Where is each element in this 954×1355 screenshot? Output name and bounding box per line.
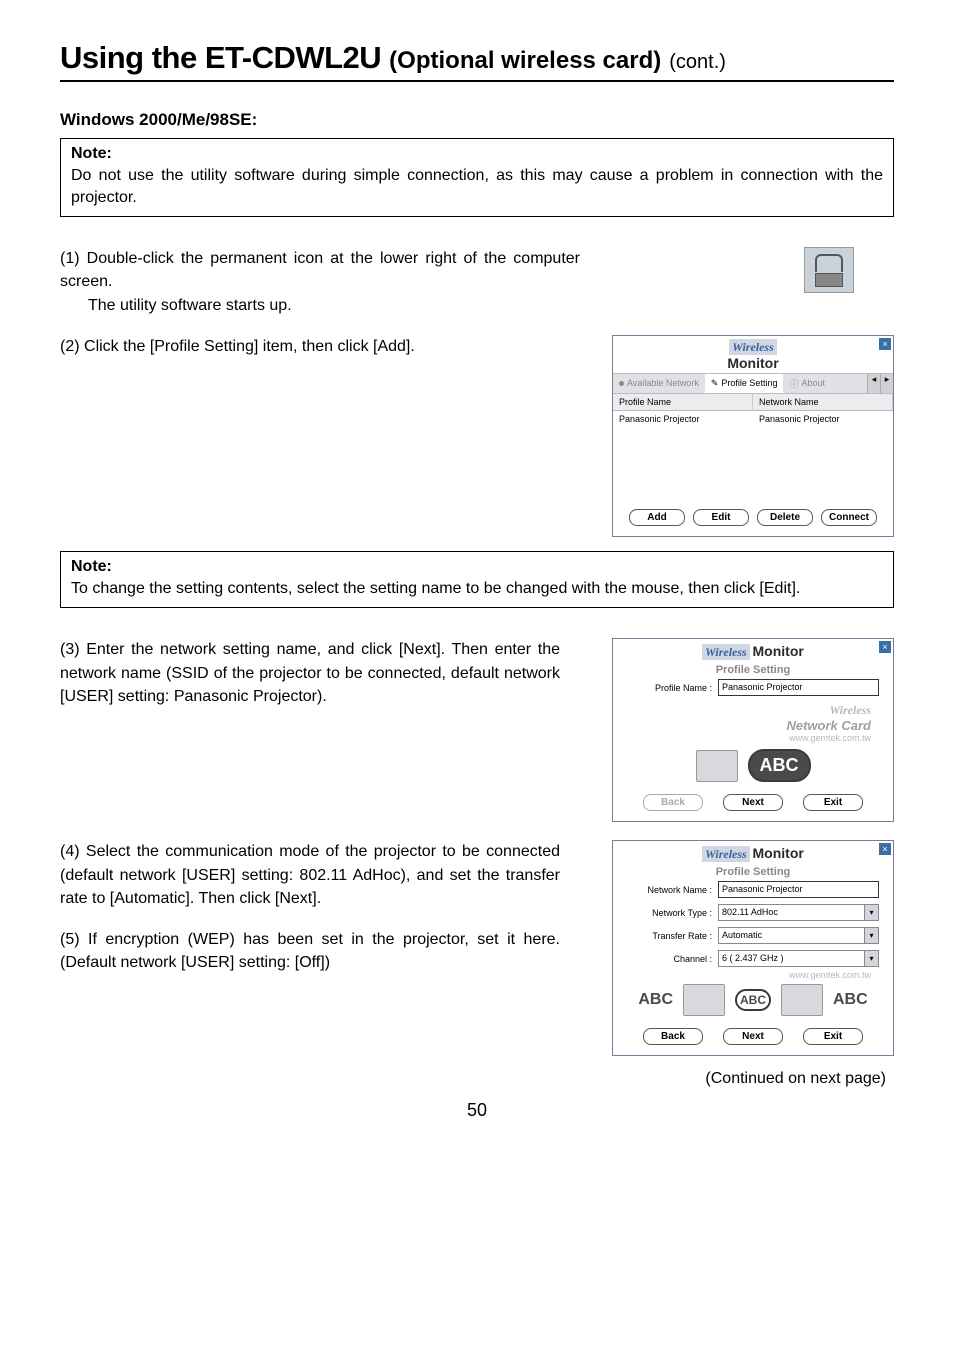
profile-row[interactable]: Panasonic Projector Panasonic Projector [613,411,893,427]
brand-wireless: Wireless [729,339,777,355]
tab-available-label: Available Network [627,378,699,388]
edit-button[interactable]: Edit [693,509,749,526]
channel-label: Channel : [627,954,712,964]
tab-about-label: About [801,378,825,388]
step1-num: (1) [60,250,80,267]
step-3: (3) Enter the network setting name, and … [60,638,560,708]
close-icon[interactable]: × [879,641,891,653]
close-icon[interactable]: × [879,843,891,855]
note-box-2: Note: To change the setting contents, se… [60,551,894,609]
profile-name-label: Profile Name : [627,683,712,693]
chevron-down-icon[interactable]: ▾ [865,927,879,944]
tab-about[interactable]: ⓘ About [783,374,831,393]
exit-button[interactable]: Exit [803,794,863,811]
back-button[interactable]: Back [643,1028,703,1045]
note2-body: To change the setting contents, select t… [71,578,883,600]
brand-monitor: Monitor [753,643,804,659]
profile-mode-dialog: × Wireless Monitor Profile Setting Netwo… [612,840,894,1056]
channel-select[interactable]: 6 ( 2.437 GHz ) [718,950,865,967]
laptop-icon [683,984,725,1016]
col-profile-name: Profile Name [613,394,753,410]
brand-wireless: Wireless [702,644,750,660]
card-line2: Network Card [613,718,871,733]
card-line1: Wireless [613,703,871,718]
step5-body: If encryption (WEP) has been set in the … [60,931,560,971]
tab-scroll-right[interactable]: ▸ [880,374,893,393]
card-line3: www.gemtek.com.tw [613,733,871,743]
laptop-icon [696,750,738,782]
cell-profile: Panasonic Projector [613,411,753,427]
transfer-rate-label: Transfer Rate : [627,931,712,941]
step5-num: (5) [60,931,80,948]
note2-label: Note: [71,558,883,576]
continued-text: (Continued on next page) [60,1070,894,1088]
step1-line1: Double-click the permanent icon at the l… [60,250,580,290]
tray-icon [804,247,854,293]
signal-icon [619,381,624,386]
brand-monitor: Monitor [753,845,804,861]
abc-right: ABC [833,991,868,1009]
dialog-title: Wireless Monitor [613,336,893,373]
note1-label: Note: [71,145,883,163]
profile-name-dialog: × Wireless Monitor Profile Setting Profi… [612,638,894,822]
step2-body: Click the [Profile Setting] item, then c… [84,338,415,355]
network-name-input[interactable]: Panasonic Projector [718,881,879,898]
network-type-label: Network Type : [627,908,712,918]
tab-scroll-left[interactable]: ◂ [867,374,880,393]
step4-body: Select the communication mode of the pro… [60,843,560,906]
transfer-rate-select[interactable]: Automatic [718,927,865,944]
close-icon[interactable]: × [879,338,891,350]
abc-left: ABC [638,991,673,1009]
exit-button[interactable]: Exit [803,1028,863,1045]
step1-line2: The utility software starts up. [60,294,580,317]
step2-num: (2) [60,338,80,355]
url-line: www.gemtek.com.tw [613,970,893,980]
abc-badge: ABC [748,749,811,782]
tab-profile-setting[interactable]: ✎ Profile Setting [705,374,784,393]
connect-button[interactable]: Connect [821,509,877,526]
abc-mid-badge: ABC [735,989,771,1011]
tab-available-network[interactable]: Available Network [613,374,705,393]
title-sub: (Optional wireless card) [389,47,661,75]
brand-wireless: Wireless [702,846,750,862]
profile-setting-heading: Profile Setting [613,864,893,878]
title-cont: (cont.) [669,51,726,74]
network-type-select[interactable]: 802.11 AdHoc [718,904,865,921]
next-button[interactable]: Next [723,794,783,811]
add-button[interactable]: Add [629,509,685,526]
step3-body: Enter the network setting name, and clic… [60,641,560,704]
step4-num: (4) [60,843,80,860]
chevron-down-icon[interactable]: ▾ [865,950,879,967]
step-5: (5) If encryption (WEP) has been set in … [60,928,560,974]
step-4: (4) Select the communication mode of the… [60,840,560,910]
delete-button[interactable]: Delete [757,509,813,526]
step3-num: (3) [60,641,80,658]
pencil-icon: ✎ [711,378,719,389]
info-icon: ⓘ [789,377,798,390]
network-name-label: Network Name : [627,885,712,895]
cell-network: Panasonic Projector [753,411,893,427]
network-card-graphic: Wireless Network Card www.gemtek.com.tw [613,699,893,745]
col-network-name: Network Name [753,394,893,410]
dialog-title: Wireless Monitor [613,639,893,662]
chevron-down-icon[interactable]: ▾ [865,904,879,921]
dialog-title: Wireless Monitor [613,841,893,864]
page-title-row: Using the ET-CDWL2U (Optional wireless c… [60,40,894,82]
note1-body: Do not use the utility software during s… [71,165,883,208]
os-heading: Windows 2000/Me/98SE: [60,110,894,130]
page-number: 50 [60,1100,894,1151]
brand-monitor: Monitor [727,355,778,371]
profile-name-input[interactable]: Panasonic Projector [718,679,879,696]
step-1: (1) Double-click the permanent icon at t… [60,247,580,317]
tray-icon-figure [804,247,894,293]
note-box-1: Note: Do not use the utility software du… [60,138,894,217]
next-button[interactable]: Next [723,1028,783,1045]
laptop-icon [781,984,823,1016]
back-button[interactable]: Back [643,794,703,811]
step-2: (2) Click the [Profile Setting] item, th… [60,335,580,358]
profile-setting-heading: Profile Setting [613,662,893,676]
tab-profile-label: Profile Setting [721,378,777,388]
title-main: Using the ET-CDWL2U [60,40,381,76]
wireless-monitor-list-dialog: × Wireless Monitor Available Network ✎ P… [612,335,894,537]
